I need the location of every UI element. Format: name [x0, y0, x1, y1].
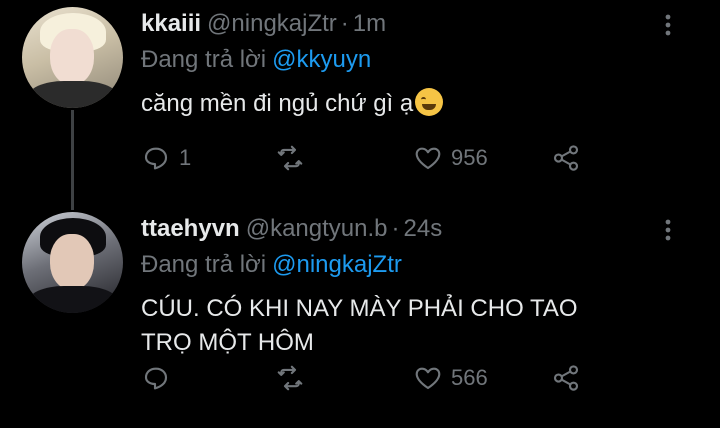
display-name[interactable]: ttaehyvn [141, 215, 240, 242]
tweet-text: CÚU. CÓ KHI NAY MÀY PHẢI CHO TAO TRỌ MỘT… [141, 292, 661, 360]
user-handle[interactable]: @ningkajZtr [207, 10, 337, 37]
share-button[interactable] [551, 360, 581, 396]
avatar-body [28, 81, 118, 108]
reply-count: 1 [179, 145, 192, 170]
more-icon[interactable] [658, 218, 678, 242]
more-icon[interactable] [658, 13, 678, 37]
replying-to-label: Đang trả lời [141, 251, 267, 278]
avatar-face [50, 29, 94, 85]
tweet-header: kkaiii @ningkajZtr · 1m [141, 8, 386, 40]
avatar-body [28, 286, 118, 313]
like-button[interactable]: 566 [413, 360, 488, 396]
like-count: 566 [451, 365, 488, 390]
avatar-face [50, 234, 94, 290]
heart-icon [415, 147, 441, 170]
reply-button[interactable] [141, 360, 179, 396]
display-name[interactable]: kkaiii [141, 10, 201, 37]
retweet-icon [277, 145, 303, 171]
tweet-text: căng mền đi ngủ chứ gì ạ [141, 87, 661, 121]
tweet-text-line: CÚU. CÓ KHI NAY MÀY PHẢI CHO TAO [141, 295, 578, 322]
retweet-icon [277, 365, 303, 391]
tweet-actions: 566 [141, 360, 611, 396]
like-count: 956 [451, 145, 488, 170]
tweet-text-content: căng mền đi ngủ chứ gì ạ [141, 90, 414, 117]
user-handle[interactable]: @kangtyun.b [246, 215, 388, 242]
tweet[interactable]: ttaehyvn @kangtyun.b · 24s Đang trả lời @nin… [0, 205, 720, 428]
heart-icon [415, 367, 441, 390]
grinning-sweat-emoji-icon [415, 88, 444, 116]
avatar[interactable] [22, 212, 123, 313]
reply-button[interactable]: 1 [141, 140, 191, 176]
retweet-button[interactable] [275, 360, 313, 396]
replying-to-label: Đang trả lời [141, 46, 267, 73]
tweet-header: ttaehyvn @kangtyun.b · 24s [141, 213, 442, 245]
tweet-text-line: TRỌ MỘT HÔM [141, 329, 314, 356]
replying-to-mention[interactable]: @kkyuyn [272, 46, 371, 73]
tweet[interactable]: kkaiii @ningkajZtr · 1m Đang trả lời @kkyuyn… [0, 0, 720, 205]
replying-to-mention[interactable]: @ningkajZtr [272, 251, 402, 278]
reply-icon [144, 367, 168, 390]
share-icon [553, 145, 579, 171]
avatar[interactable] [22, 7, 123, 108]
retweet-button[interactable] [275, 140, 313, 176]
share-button[interactable] [551, 140, 581, 176]
timestamp[interactable]: 1m [353, 10, 386, 37]
timestamp[interactable]: 24s [404, 215, 443, 242]
separator-dot: · [391, 215, 400, 242]
share-icon [553, 365, 579, 391]
reply-icon [144, 147, 168, 170]
replying-to: Đang trả lời @kkyuyn [141, 44, 371, 76]
replying-to: Đang trả lời @ningkajZtr [141, 249, 402, 281]
tweet-actions: 1 956 [141, 140, 611, 176]
separator-dot: · [340, 10, 349, 37]
like-button[interactable]: 956 [413, 140, 488, 176]
